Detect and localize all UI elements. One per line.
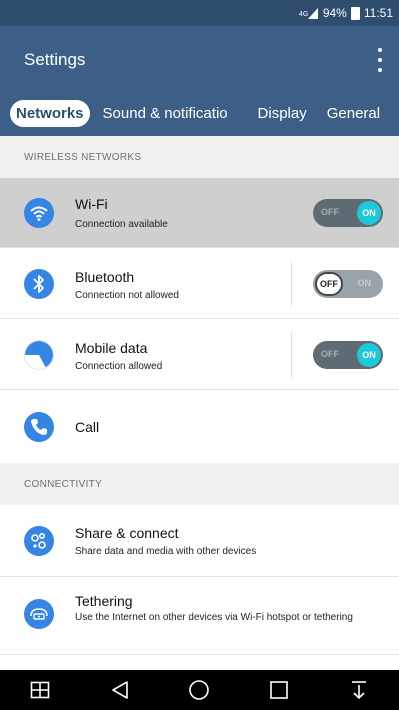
svg-text:4G: 4G — [299, 11, 308, 18]
dual-window-icon[interactable] — [20, 670, 60, 710]
wifi-title: Wi-Fi — [75, 196, 108, 212]
tab-networks[interactable]: Networks — [10, 99, 90, 127]
toggle-off-label: OFF — [321, 349, 339, 359]
mobile-data-toggle[interactable]: OFF ON — [313, 341, 383, 369]
bluetooth-toggle[interactable]: OFF ON — [313, 270, 383, 298]
section-header-wireless: WIRELESS NETWORKS — [0, 136, 399, 178]
page-title: Settings — [24, 50, 86, 69]
more-vert-icon[interactable] — [375, 48, 385, 72]
notification-pull-icon[interactable] — [339, 670, 379, 710]
tethering-subtitle: Use the Internet on other devices via Wi… — [75, 612, 353, 623]
toggle-knob: ON — [357, 343, 381, 367]
phone-icon — [24, 412, 54, 442]
wifi-toggle[interactable]: OFF ON — [313, 199, 383, 227]
navigation-bar — [0, 670, 399, 710]
tethering-icon — [24, 599, 54, 629]
toggle-on-label: ON — [357, 278, 372, 288]
row-bluetooth[interactable]: Bluetooth Connection not allowed OFF ON — [0, 249, 399, 319]
bluetooth-title: Bluetooth — [75, 269, 135, 285]
toggle-knob: OFF — [315, 272, 343, 296]
app-bar: Settings — [0, 26, 399, 90]
row-wifi[interactable]: Wi-Fi Connection available OFF ON — [0, 178, 399, 248]
battery-percent: 94% — [322, 6, 347, 20]
tab-sound-notifications[interactable]: Sound & notificatio — [103, 105, 242, 122]
section-header-connectivity: CONNECTIVITY — [0, 463, 399, 505]
divider — [291, 261, 292, 307]
back-icon[interactable] — [100, 670, 140, 710]
mobile-data-subtitle: Connection allowed — [75, 361, 163, 372]
mobile-data-icon — [24, 340, 54, 370]
share-connect-subtitle: Share data and media with other devices — [75, 546, 257, 557]
call-title: Call — [75, 419, 100, 435]
home-icon[interactable] — [179, 670, 219, 710]
toggle-off-label: OFF — [321, 207, 339, 217]
tab-bar: Networks Sound & notificatio Display Gen… — [0, 90, 399, 136]
battery-icon — [350, 6, 360, 20]
tab-general[interactable]: General — [327, 105, 380, 122]
clock: 11:51 — [363, 6, 393, 20]
share-connect-title: Share & connect — [75, 525, 179, 541]
recent-apps-icon[interactable] — [259, 670, 299, 710]
wifi-icon — [24, 198, 54, 228]
toggle-knob: ON — [357, 201, 381, 225]
wifi-subtitle: Connection available — [75, 219, 168, 230]
bluetooth-icon — [24, 269, 54, 299]
tab-display[interactable]: Display — [258, 105, 307, 122]
row-call[interactable]: Call — [0, 391, 399, 463]
bluetooth-subtitle: Connection not allowed — [75, 290, 179, 301]
row-share-connect[interactable]: Share & connect Share data and media wit… — [0, 505, 399, 577]
row-mobile-data[interactable]: Mobile data Connection allowed OFF ON — [0, 320, 399, 390]
divider — [291, 332, 292, 378]
mobile-data-title: Mobile data — [75, 340, 148, 356]
status-bar: 4G 94% 11:51 — [0, 0, 399, 26]
tethering-title: Tethering — [75, 593, 133, 609]
share-connect-icon — [24, 526, 54, 556]
signal-icon: 4G — [299, 8, 318, 19]
row-tethering[interactable]: Tethering Use the Internet on other devi… — [0, 577, 399, 655]
